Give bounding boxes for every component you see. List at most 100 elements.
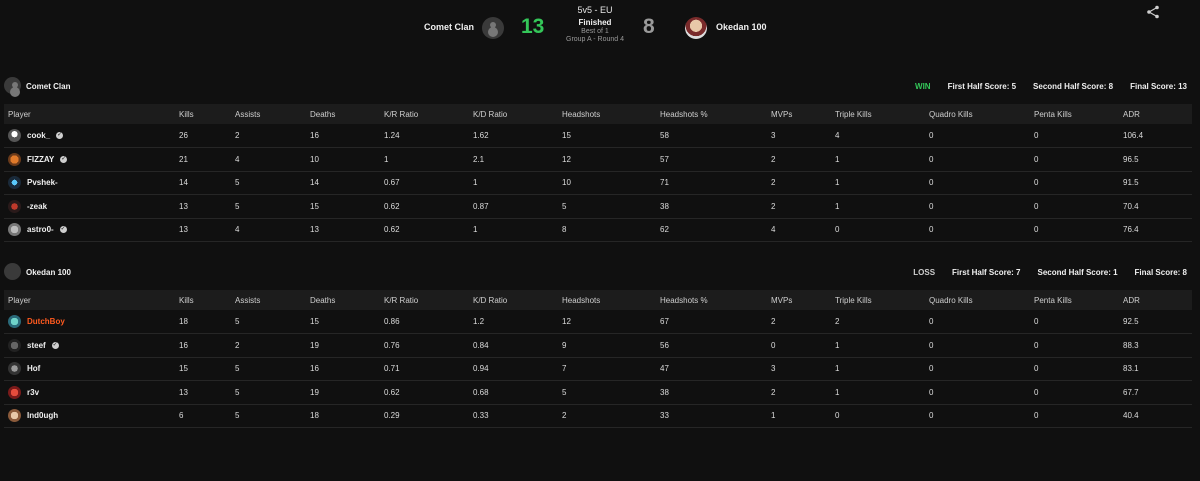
player-avatar[interactable] <box>8 362 21 376</box>
right-team-name[interactable]: Okedan 100 <box>716 22 767 32</box>
table-row: Ind0ugh 6 5 18 0.29 0.33 2 33 1 0 0 0 40.4 <box>4 404 1192 428</box>
stat-cell: 6 <box>179 411 184 421</box>
player-cell: r3v <box>4 381 175 405</box>
column-header[interactable]: Assists <box>231 104 306 124</box>
player-name[interactable]: Pvshek- <box>27 178 58 187</box>
stat-cell: 0 <box>1034 364 1039 374</box>
player-avatar[interactable] <box>8 199 21 213</box>
stat-cell: 1 <box>771 411 776 421</box>
column-header[interactable]: Headshots <box>558 290 656 310</box>
stat-cell: 13 <box>310 225 319 235</box>
stat-cell: 106.4 <box>1123 131 1144 140</box>
stat-cell: 2 <box>771 317 776 326</box>
player-identity: FIZZAY ✓ <box>8 152 175 166</box>
match-status: Finished <box>578 18 612 27</box>
stat-cell: 4 <box>835 131 840 140</box>
stat-cell: 40.4 <box>1123 411 1139 421</box>
column-header[interactable]: Player <box>4 104 175 124</box>
column-header[interactable]: K/D Ratio <box>469 104 558 124</box>
column-header[interactable]: Assists <box>231 290 306 310</box>
column-header[interactable]: Headshots <box>558 104 656 124</box>
second-half-score: Second Half Score: 8 <box>1033 82 1114 91</box>
team-avatar[interactable] <box>4 77 21 94</box>
stat-cell: 62 <box>660 225 669 235</box>
column-header[interactable]: K/R Ratio <box>380 290 469 310</box>
player-avatar[interactable] <box>8 129 21 142</box>
player-name[interactable]: FIZZAY <box>27 155 54 164</box>
stat-cell: 0 <box>1034 317 1039 326</box>
stat-cell: 2.1 <box>473 154 485 164</box>
column-header[interactable]: Penta Kills <box>1030 290 1119 310</box>
stat-cell: 5 <box>235 201 240 211</box>
stat-cell: 12 <box>562 317 571 326</box>
stat-cell: 13 <box>179 201 188 211</box>
right-team-avatar[interactable] <box>685 17 707 39</box>
column-header[interactable]: MVPs <box>767 104 831 124</box>
column-header[interactable]: Player <box>4 290 175 310</box>
player-avatar[interactable] <box>8 409 21 423</box>
player-name[interactable]: Hof <box>27 364 40 373</box>
column-header[interactable]: Triple Kills <box>831 290 925 310</box>
column-header[interactable]: Kills <box>175 290 231 310</box>
player-avatar[interactable] <box>8 338 21 352</box>
column-header[interactable]: Headshots % <box>656 290 767 310</box>
team-name[interactable]: Okedan 100 <box>26 268 71 277</box>
player-name[interactable]: DutchBoy <box>27 317 65 326</box>
table-row: r3v 13 5 19 0.62 0.68 5 38 2 1 0 0 67.7 <box>4 381 1192 405</box>
stat-cell: 8 <box>562 225 567 235</box>
player-name[interactable]: Ind0ugh <box>27 411 58 420</box>
stat-cell: 19 <box>310 387 319 397</box>
player-avatar[interactable] <box>8 176 21 190</box>
player-name[interactable]: steef <box>27 341 46 350</box>
stat-cell: 0 <box>929 201 934 211</box>
stat-cell: 70.4 <box>1123 201 1139 211</box>
stat-cell: 0 <box>1034 225 1039 235</box>
stat-cell: 96.5 <box>1123 154 1139 164</box>
column-header[interactable]: K/R Ratio <box>380 104 469 124</box>
stat-cell: 0.33 <box>473 411 489 421</box>
stat-cell: 26 <box>179 131 188 140</box>
stat-cell: 76.4 <box>1123 225 1139 235</box>
column-header[interactable]: Kills <box>175 104 231 124</box>
player-name[interactable]: cook_ <box>27 131 50 140</box>
player-name[interactable]: astro0- <box>27 225 54 234</box>
stat-cell: 0.94 <box>473 364 489 374</box>
column-header[interactable]: Penta Kills <box>1030 104 1119 124</box>
player-avatar[interactable] <box>8 152 21 166</box>
column-header[interactable]: Quadro Kills <box>925 104 1030 124</box>
player-avatar[interactable] <box>8 385 21 399</box>
column-header[interactable]: Quadro Kills <box>925 290 1030 310</box>
stat-cell: 0.84 <box>473 340 489 350</box>
table-row: astro0- ✓ 13 4 13 0.62 1 8 62 4 0 0 0 76.4 <box>4 218 1192 242</box>
team-summary-bar: Comet Clan WIN First Half Score: 5 Secon… <box>0 75 1200 97</box>
column-header[interactable]: ADR <box>1119 104 1192 124</box>
player-cell: -zeak <box>4 195 175 219</box>
stat-cell: 0 <box>929 225 934 235</box>
stat-cell: 0 <box>929 340 934 350</box>
column-header[interactable]: MVPs <box>767 290 831 310</box>
player-avatar[interactable] <box>8 315 21 328</box>
column-header[interactable]: K/D Ratio <box>469 290 558 310</box>
player-name[interactable]: r3v <box>27 388 39 397</box>
team-avatar[interactable] <box>4 263 21 280</box>
stat-cell: 0 <box>929 178 934 188</box>
column-header[interactable]: Deaths <box>306 104 380 124</box>
column-header[interactable]: Triple Kills <box>831 104 925 124</box>
table-row: Hof 15 5 16 0.71 0.94 7 47 3 1 0 0 83.1 <box>4 357 1192 381</box>
column-header[interactable]: ADR <box>1119 290 1192 310</box>
column-header[interactable]: Deaths <box>306 290 380 310</box>
stat-cell: 91.5 <box>1123 178 1139 188</box>
left-team-name[interactable]: Comet Clan <box>424 22 474 32</box>
left-team-avatar[interactable] <box>482 17 504 39</box>
player-name[interactable]: -zeak <box>27 202 47 211</box>
stat-cell: 92.5 <box>1123 317 1139 326</box>
stat-cell: 16 <box>179 340 188 350</box>
stat-cell: 0.62 <box>384 387 400 397</box>
player-avatar[interactable] <box>8 223 21 237</box>
team-name[interactable]: Comet Clan <box>26 82 70 91</box>
column-header[interactable]: Headshots % <box>656 104 767 124</box>
stat-cell: 1 <box>473 178 478 188</box>
stat-cell: 14 <box>179 178 188 188</box>
team-score-summary: WIN First Half Score: 5 Second Half Scor… <box>915 82 1187 91</box>
share-icon[interactable] <box>1146 5 1160 19</box>
